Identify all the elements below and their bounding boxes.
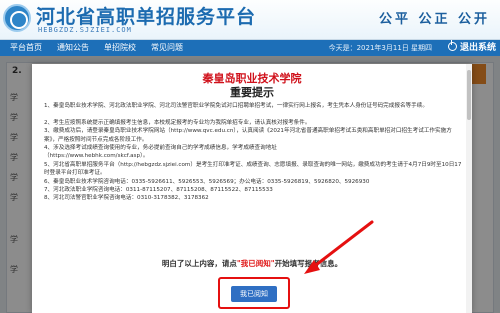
confirm-suffix: 开始填写报考信息。 <box>274 259 343 268</box>
site-url: HEBGZDZ.SJZIEI.COM <box>38 26 132 34</box>
confirm-highlight: "我已阅知" <box>236 259 275 268</box>
logo-icon <box>3 4 31 32</box>
logout-label: 退出系统 <box>459 43 496 53</box>
notice-item: 3、缴费成功后，请登录秦皇岛职业技术学院网站（http://www.qvc.ed… <box>44 128 452 143</box>
nav-item-faq[interactable]: 常见问题 <box>151 40 183 56</box>
confirm-prefix: 明白了以上内容，请点 <box>161 259 237 268</box>
notice-item: 1、秦皇岛职业技术学院、河北政法职业学院、河北司法警官职业学院免试对口招聘单招考… <box>44 103 428 109</box>
nav-item-colleges[interactable]: 单招院校 <box>104 40 136 56</box>
notice-item: （https://www.hebhk.com/skcf.asp）。 <box>44 153 149 160</box>
notice-list: 1、秦皇岛职业技术学院、河北政法职业学院、河北司法警官职业学院免试对口招聘单招考… <box>44 102 464 203</box>
site-title: 河北省高职单招服务平台 <box>36 6 257 28</box>
main-nav: 平台首页 通知公告 单招院校 常见问题 今天是：2021年3月11日 星期四 退… <box>0 40 500 56</box>
modal-title: 重要提示 <box>230 86 274 99</box>
current-date: 今天是：2021年3月11日 星期四 <box>328 44 432 52</box>
acknowledge-button[interactable]: 我已阅知 <box>231 286 277 302</box>
notice-item: 4、涉及选择考试成绩查询使用的专业，务必提前查询自己的学考成绩信息，学考成绩查询… <box>44 145 277 151</box>
site-slogan: 公平 公正 公开 <box>378 12 490 27</box>
logout-button[interactable]: 退出系统 <box>447 40 496 55</box>
power-icon <box>447 40 457 51</box>
scroll-thumb[interactable] <box>467 70 471 120</box>
site-header: 河北省高职单招服务平台 HEBGZDZ.SJZIEI.COM 公平 公正 公开 <box>0 0 500 40</box>
modal-scrollbar[interactable] <box>466 64 472 313</box>
notice-item: 6、秦皇岛职业技术学院咨询电话：0335-5926611、5926553、592… <box>44 178 370 185</box>
nav-item-home[interactable]: 平台首页 <box>10 40 42 56</box>
notice-item: 7、河北政法职业学院咨询电话：0311-87115207、87115208、87… <box>44 187 273 194</box>
notice-item: 2、考生应按照系统提示正确填报考生信息，本校规定报考的专业均为我院单招专业，请认… <box>44 119 311 126</box>
confirm-instruction: 明白了以上内容，请点"我已阅知"开始填写报考信息。 <box>32 258 472 269</box>
notice-item: 8、河北司法警官职业学院咨询电话：0310-3178382、3178362 <box>44 195 209 202</box>
nav-item-notices[interactable]: 通知公告 <box>57 40 89 56</box>
notice-modal: 秦皇岛职业技术学院 重要提示 1、秦皇岛职业技术学院、河北政法职业学院、河北司法… <box>32 64 472 313</box>
notice-item: 5、河北省高职单招服务平台（http://hebgzdz.sjziei.com）… <box>44 161 462 177</box>
